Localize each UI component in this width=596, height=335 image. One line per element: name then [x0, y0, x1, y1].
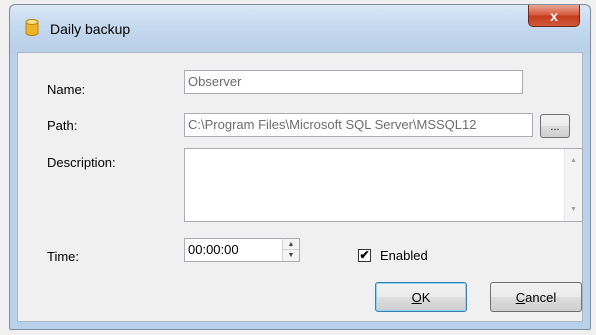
spin-up-button[interactable]: ▲ [283, 239, 299, 250]
close-button[interactable]: x [528, 5, 580, 27]
checkmark-icon: ✔ [359, 248, 370, 262]
enabled-checkbox[interactable]: ✔ [358, 249, 371, 262]
dialog-window: Daily backup x Name: Observer Path: C:\P… [9, 4, 591, 330]
spin-down-button[interactable]: ▼ [283, 250, 299, 261]
dialog-body: Name: Observer Path: C:\Program Files\Mi… [17, 52, 583, 322]
enabled-label[interactable]: Enabled [380, 248, 428, 263]
path-field[interactable]: C:\Program Files\Microsoft SQL Server\MS… [184, 113, 533, 137]
time-label: Time: [47, 249, 80, 264]
close-icon: x [550, 7, 558, 24]
description-label: Description: [47, 155, 116, 170]
time-value: 00:00:00 [188, 242, 239, 257]
description-field[interactable]: ▲ ▼ [184, 148, 583, 222]
cancel-button[interactable]: Cancel [490, 282, 582, 312]
time-spin-buttons: ▲ ▼ [282, 239, 299, 261]
window-title: Daily backup [50, 21, 131, 37]
ok-label: OK [411, 289, 431, 305]
title-bar[interactable]: Daily backup x [10, 5, 590, 53]
time-stepper[interactable]: 00:00:00 ▲ ▼ [184, 238, 300, 262]
scroll-up-icon[interactable]: ▲ [570, 157, 577, 164]
browse-label: ... [550, 121, 560, 133]
spin-down-icon: ▼ [287, 252, 295, 259]
path-label: Path: [47, 118, 78, 133]
description-scrollbar[interactable]: ▲ ▼ [564, 149, 582, 221]
name-value: Observer [188, 74, 242, 89]
browse-button[interactable]: ... [540, 114, 570, 138]
path-value: C:\Program Files\Microsoft SQL Server\MS… [188, 117, 477, 132]
cancel-label: Cancel [515, 289, 557, 305]
spin-up-icon: ▲ [287, 240, 295, 248]
name-field[interactable]: Observer [184, 70, 523, 94]
database-icon [25, 19, 39, 36]
ok-button[interactable]: OK [375, 282, 467, 312]
name-label: Name: [47, 82, 86, 97]
scroll-down-icon[interactable]: ▼ [570, 206, 577, 213]
